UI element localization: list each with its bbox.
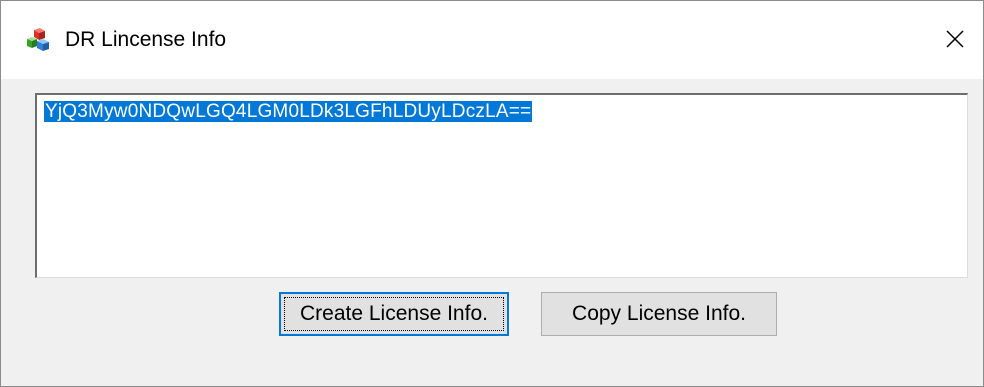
create-license-info-button[interactable]: Create License Info.	[279, 292, 509, 336]
license-dialog: DR Lincense Info YjQ3Myw0NDQwLGQ4LGM0LDk…	[0, 0, 984, 387]
copy-license-info-label: Copy License Info.	[572, 302, 746, 325]
focus-ring	[284, 297, 504, 331]
title-bar[interactable]: DR Lincense Info	[1, 1, 983, 79]
close-icon	[946, 30, 964, 48]
license-text-content: YjQ3Myw0NDQwLGQ4LGM0LDk3LGFhLDUyLDczLA==	[44, 100, 533, 124]
app-cubes-icon	[25, 27, 51, 53]
license-key-text[interactable]: YjQ3Myw0NDQwLGQ4LGM0LDk3LGFhLDUyLDczLA==	[44, 101, 533, 122]
close-button[interactable]	[933, 19, 977, 59]
copy-license-info-button[interactable]: Copy License Info.	[541, 292, 777, 336]
window-title: DR Lincense Info	[65, 28, 227, 51]
license-text-field[interactable]: YjQ3Myw0NDQwLGQ4LGM0LDk3LGFhLDUyLDczLA==	[35, 93, 968, 278]
